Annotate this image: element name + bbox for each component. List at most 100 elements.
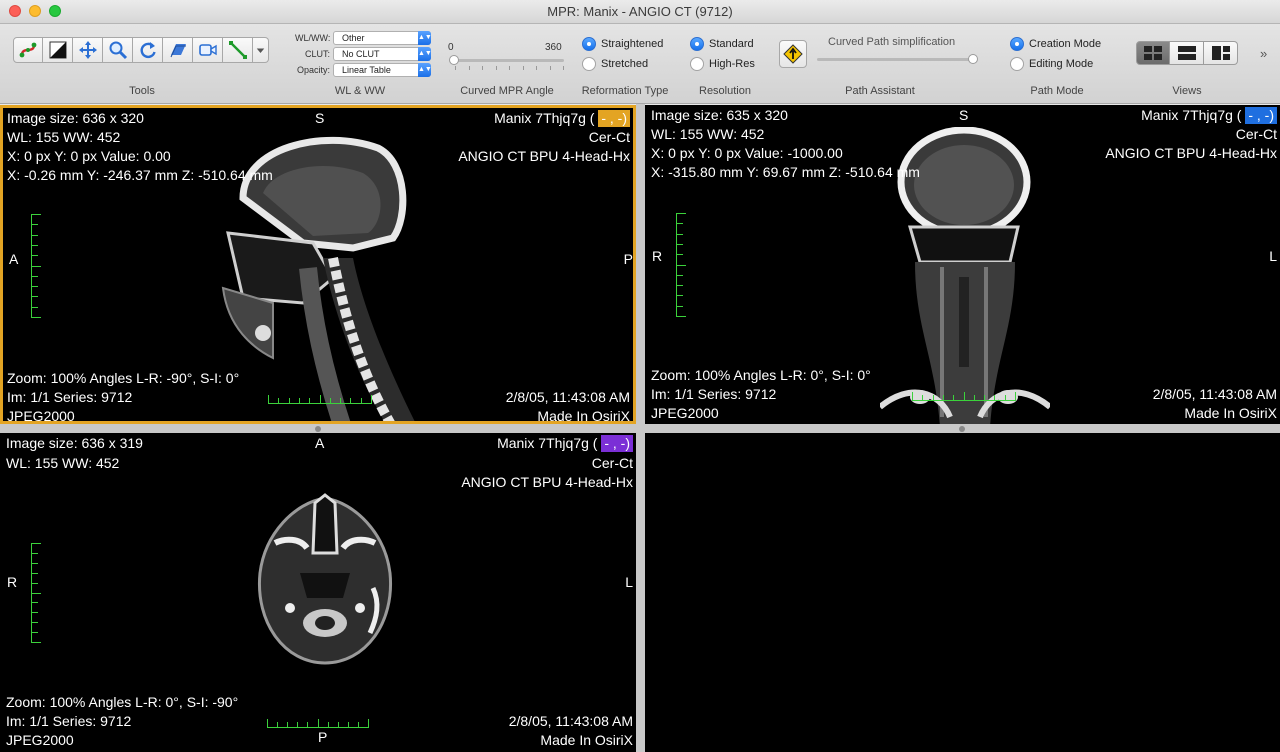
zoom-tool-button[interactable] <box>103 37 133 63</box>
view-split-button[interactable] <box>1204 41 1238 65</box>
path-assistant-button[interactable] <box>779 40 807 68</box>
empty-viewport[interactable] <box>645 433 1280 752</box>
view-grid-button[interactable] <box>1136 41 1170 65</box>
angle-slider-knob[interactable] <box>449 55 459 65</box>
series-description: ANGIO CT BPU 4-Head-Hx <box>1105 145 1277 161</box>
scale-tick <box>338 722 339 727</box>
scale-tick <box>318 719 319 727</box>
scale-tick <box>32 296 38 297</box>
codec-text: JPEG2000 <box>6 732 74 748</box>
high-res-radio[interactable]: High-Res <box>690 56 755 72</box>
orientation-right: P <box>623 251 633 267</box>
stretched-label: Stretched <box>601 58 649 70</box>
orientation-bottom: P <box>318 729 328 745</box>
scale-tick <box>677 223 683 224</box>
grid-layout-icon <box>1144 46 1162 60</box>
patient-info: Manix 7Thjq7g ( - , -) <box>497 435 633 452</box>
scale-tick <box>267 719 268 727</box>
scale-tick <box>350 398 351 403</box>
orientation-right: L <box>1269 248 1277 264</box>
measure-icon <box>228 41 247 59</box>
scale-tick <box>984 395 985 400</box>
sagittal-viewport[interactable]: Image size: 636 x 320 WL: 155 WW: 452 X:… <box>0 105 636 424</box>
curved-path-tool-button[interactable] <box>13 37 43 63</box>
scale-tick <box>32 563 38 564</box>
orientation-left: A <box>9 251 19 267</box>
date-text: 2/8/05, 11:43:08 AM <box>505 389 630 405</box>
move-tool-button[interactable] <box>73 37 103 63</box>
image-size-text: Image size: 635 x 320 <box>651 107 788 123</box>
contrast-tool-button[interactable] <box>43 37 73 63</box>
vertical-scale-bar <box>31 543 41 643</box>
scale-tick <box>268 395 269 403</box>
radio-indicator <box>690 57 704 71</box>
path-simplification-knob[interactable] <box>968 54 979 64</box>
angle-max-label: 360 <box>545 42 562 53</box>
scale-tick <box>361 398 362 403</box>
tools-group <box>13 37 269 63</box>
toolbar-overflow-button[interactable]: » <box>1260 46 1267 61</box>
scale-tick <box>299 398 300 403</box>
dropdown-icon <box>256 48 265 53</box>
clut-popup[interactable]: No CLUT ▲▼ <box>333 47 432 61</box>
slab-tool-button[interactable] <box>163 37 193 63</box>
series-description: ANGIO CT BPU 4-Head-Hx <box>458 148 630 164</box>
orientation-top: S <box>315 110 325 126</box>
rotate-tool-button[interactable] <box>133 37 163 63</box>
stretched-radio[interactable]: Stretched <box>582 56 648 72</box>
path-simplification-track <box>817 58 977 61</box>
splitter-handle[interactable] <box>959 426 965 432</box>
standard-radio[interactable]: Standard <box>690 36 754 52</box>
patient-name: Manix 7Thjq7g ( <box>497 435 598 451</box>
wlww-label: WL/WW: <box>295 33 331 43</box>
scale-tick <box>933 395 934 400</box>
coronal-viewport[interactable]: Image size: 635 x 320 WL: 155 WW: 452 X:… <box>645 105 1280 424</box>
clut-label: CLUT: <box>304 49 330 59</box>
wlww-text: WL: 155 WW: 452 <box>651 126 765 142</box>
toolbar: Tools WL/WW: Other ▲▼ CLUT: No CLUT ▲▼ Opa… <box>0 24 1280 104</box>
editing-mode-radio[interactable]: Editing Mode <box>1010 56 1093 72</box>
tools-dropdown-button[interactable] <box>253 37 269 63</box>
path-assistant-section-label: Path Assistant <box>845 85 915 97</box>
slider-tick <box>495 66 497 70</box>
curved-angle-section-label: Curved MPR Angle <box>460 85 554 97</box>
scale-tick <box>32 214 41 215</box>
radio-indicator <box>582 37 596 51</box>
title-bar: MPR: Manix - ANGIO CT (9712) <box>0 0 1280 24</box>
wlww-popup[interactable]: Other ▲▼ <box>333 31 432 45</box>
vertical-scale-bar <box>676 213 686 317</box>
codec-text: JPEG2000 <box>651 405 719 421</box>
window-title: MPR: Manix - ANGIO CT (9712) <box>547 4 733 19</box>
radio-indicator <box>1010 57 1024 71</box>
mm-coords-text: X: -0.26 mm Y: -246.37 mm Z: -510.64 mm <box>7 167 273 183</box>
splitter-handle[interactable] <box>315 426 321 432</box>
scale-tick <box>320 395 321 403</box>
viewport-color-badge: - , -) <box>1245 107 1277 124</box>
path-sign-icon <box>783 44 803 64</box>
scale-tick <box>1005 395 1006 400</box>
scale-tick <box>368 719 369 727</box>
study-text: Cer-Ct <box>588 129 630 145</box>
vertical-scale-bar <box>31 214 41 318</box>
measure-tool-button[interactable] <box>223 37 253 63</box>
zoom-angles-text: Zoom: 100% Angles L-R: -90°, S-I: 0° <box>7 370 240 386</box>
popup-arrow-icon: ▲▼ <box>418 63 432 77</box>
horizontal-splitter[interactable] <box>0 424 1280 433</box>
scale-tick <box>32 276 38 277</box>
scale-tick <box>307 722 308 727</box>
movie-tool-button[interactable] <box>193 37 223 63</box>
opacity-popup[interactable]: Linear Table ▲▼ <box>333 63 432 77</box>
rows-layout-icon <box>1177 46 1196 60</box>
rotate-icon <box>140 42 156 59</box>
scale-tick <box>32 642 41 643</box>
orientation-right: L <box>625 574 633 590</box>
creation-mode-radio[interactable]: Creation Mode <box>1010 36 1101 52</box>
clut-row: CLUT: No CLUT ▲▼ <box>295 47 432 61</box>
views-segmented-control <box>1136 41 1238 65</box>
straightened-radio[interactable]: Straightened <box>582 36 663 52</box>
scale-tick <box>912 392 913 400</box>
axial-viewport[interactable]: Image size: 636 x 319 WL: 155 WW: 452 Ma… <box>0 433 636 752</box>
view-rows-button[interactable] <box>1170 41 1204 65</box>
slider-tick <box>455 66 456 70</box>
move-icon <box>78 41 97 59</box>
